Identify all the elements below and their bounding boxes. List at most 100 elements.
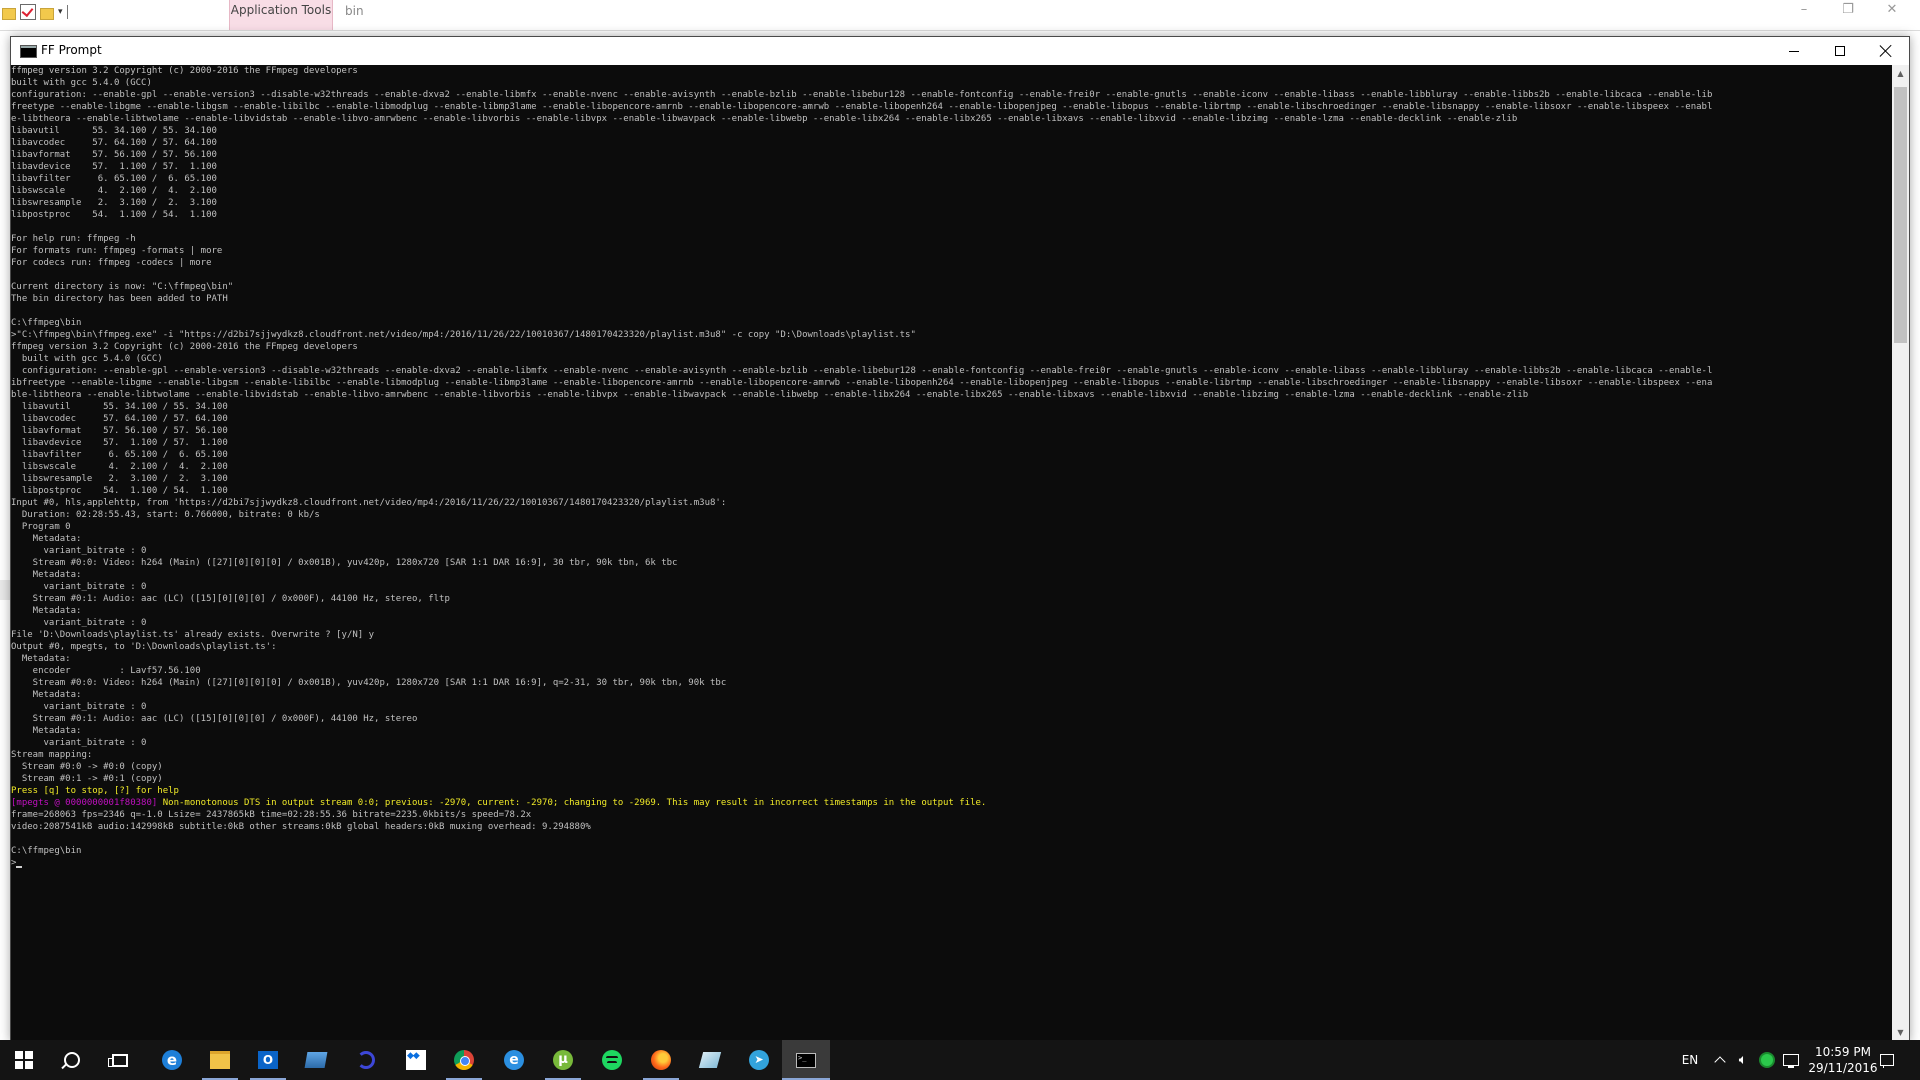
taskbar-app-swirl[interactable]	[342, 1040, 390, 1080]
console-line: Current directory is now: "C:\ffmpeg\bin…	[11, 282, 234, 292]
console-line: Metadata:	[11, 534, 82, 544]
console-line: variant_bitrate : 0	[11, 582, 147, 592]
console-line: variant_bitrate : 0	[11, 702, 147, 712]
notification-icon	[1880, 1054, 1894, 1068]
blue-app-icon	[304, 1052, 328, 1068]
maximize-button[interactable]	[1817, 37, 1863, 65]
console-line: libavdevice 57. 1.100 / 57. 1.100	[11, 162, 217, 172]
explorer-minimize-icon[interactable]: –	[1782, 0, 1826, 22]
console-line: libswresample 2. 3.100 / 2. 3.100	[11, 474, 228, 484]
console-line: For help run: ffmpeg -h	[11, 234, 136, 244]
console-line: Metadata:	[11, 726, 82, 736]
console-app-icon[interactable]	[20, 45, 37, 58]
taskbar-outlook[interactable]: O	[244, 1040, 292, 1080]
console-line: Stream #0:0: Video: h264 (Main) ([27][0]…	[11, 678, 727, 688]
action-center-button[interactable]	[1870, 1040, 1904, 1080]
minimize-button[interactable]	[1771, 37, 1817, 65]
window-titlebar[interactable]: FF Prompt	[11, 37, 1909, 65]
taskbar-app-blue[interactable]	[292, 1040, 340, 1080]
console-line: Program 0	[11, 522, 71, 532]
task-view-button[interactable]	[96, 1040, 144, 1080]
console-line: libavfilter 6. 65.100 / 6. 65.100	[11, 174, 217, 184]
firefox-icon	[651, 1050, 671, 1070]
folder-icon[interactable]	[2, 7, 16, 20]
properties-check-icon[interactable]	[20, 4, 36, 20]
console-line: libpostproc 54. 1.100 / 54. 1.100	[11, 210, 217, 220]
quick-access-toolbar: ▾	[2, 4, 68, 20]
clock[interactable]: 10:59 PM 29/11/2016	[1806, 1040, 1880, 1080]
scrollbar-thumb[interactable]	[1894, 87, 1907, 343]
scroll-up-icon[interactable]: ▲	[1892, 65, 1909, 82]
taskbar-internet-explorer[interactable]: e	[490, 1040, 538, 1080]
taskbar-dropbox[interactable]	[392, 1040, 440, 1080]
console-line: Metadata:	[11, 606, 82, 616]
console-line: libswscale 4. 2.100 / 4. 2.100	[11, 186, 217, 196]
console-warning-line: [mpegts @ 0000000001f80380] Non-monotono…	[11, 797, 1892, 809]
console-line: libavutil 55. 34.100 / 55. 34.100	[11, 126, 217, 136]
console-line: libavcodec 57. 64.100 / 57. 64.100	[11, 138, 217, 148]
taskbar-ff-prompt[interactable]	[782, 1040, 830, 1080]
console-prompt-line[interactable]: >	[11, 857, 1892, 869]
console-line: built with gcc 5.4.0 (GCC)	[11, 354, 163, 364]
search-button[interactable]	[48, 1040, 96, 1080]
light-app-icon	[698, 1052, 722, 1068]
console-line: libavdevice 57. 1.100 / 57. 1.100	[11, 438, 228, 448]
console-line: Stream #0:0: Video: h264 (Main) ([27][0]…	[11, 558, 678, 568]
application-tools-tab[interactable]: Application Tools	[229, 0, 333, 30]
language-label: EN	[1681, 1053, 1699, 1067]
console-line: Press [q] to stop, [?] for help	[11, 786, 179, 796]
new-folder-icon[interactable]	[40, 7, 54, 20]
taskbar-app-light[interactable]	[686, 1040, 734, 1080]
console-line: libavcodec 57. 64.100 / 57. 64.100	[11, 414, 228, 424]
close-button[interactable]	[1863, 37, 1909, 65]
console-line: libpostproc 54. 1.100 / 54. 1.100	[11, 486, 228, 496]
explorer-restore-icon[interactable]: ❐	[1826, 0, 1870, 22]
taskbar-file-explorer[interactable]	[196, 1040, 244, 1080]
chevron-up-icon	[1714, 1056, 1726, 1068]
clock-display: 10:59 PM 29/11/2016	[1808, 1044, 1877, 1076]
close-icon	[1880, 45, 1892, 57]
minimize-icon	[1789, 50, 1799, 52]
taskbar: e O e µ ➤ EN 🔈︎	[0, 1040, 1920, 1080]
console-line: libavfilter 6. 65.100 / 6. 65.100	[11, 450, 228, 460]
console-line: C:\ffmpeg\bin	[11, 318, 82, 328]
console-line: Stream #0:1: Audio: aac (LC) ([15][0][0]…	[11, 594, 450, 604]
console-line: configuration: --enable-gpl --enable-ver…	[11, 90, 1713, 100]
taskbar-telegram[interactable]: ➤	[735, 1040, 783, 1080]
console-line: File 'D:\Downloads\playlist.ts' already …	[11, 630, 375, 640]
console-output[interactable]: ffmpeg version 3.2 Copyright (c) 2000-20…	[11, 65, 1892, 1041]
scroll-down-icon[interactable]: ▼	[1892, 1024, 1909, 1041]
taskbar-firefox[interactable]	[637, 1040, 685, 1080]
console-line: For formats run: ffmpeg -formats | more	[11, 246, 223, 256]
volume-button[interactable]: 🔈︎	[1732, 1040, 1754, 1080]
tray-app-button[interactable]	[1756, 1040, 1778, 1080]
customize-dropdown-icon[interactable]: ▾	[58, 7, 63, 17]
console-line: Input #0, hls,applehttp, from 'https://d…	[11, 498, 727, 508]
file-explorer-ribbon: ▾ Application Tools bin – ❐ ✕	[0, 0, 1920, 31]
taskbar-spotify[interactable]	[588, 1040, 636, 1080]
network-button[interactable]	[1780, 1040, 1802, 1080]
green-status-icon	[1761, 1054, 1773, 1066]
console-line: ffmpeg version 3.2 Copyright (c) 2000-20…	[11, 66, 358, 76]
window-title: FF Prompt	[41, 43, 102, 57]
maximize-icon	[1835, 46, 1845, 56]
console-line: libavutil 55. 34.100 / 55. 34.100	[11, 402, 228, 412]
vertical-scrollbar[interactable]: ▲ ▼	[1892, 65, 1909, 1041]
warning-message: Non-monotonous DTS in output stream 0:0;…	[157, 798, 987, 808]
console-line: variant_bitrate : 0	[11, 618, 147, 628]
console-line: Output #0, mpegts, to 'D:\Downloads\play…	[11, 642, 277, 652]
console-line: Metadata:	[11, 570, 82, 580]
speaker-icon: 🔈︎	[1738, 1052, 1748, 1068]
console-line: >"C:\ffmpeg\bin\ffmpeg.exe" -i "https://…	[11, 330, 916, 340]
network-icon	[1783, 1054, 1799, 1068]
taskbar-edge[interactable]: e	[148, 1040, 196, 1080]
language-indicator[interactable]: EN	[1676, 1040, 1704, 1080]
show-hidden-icons-button[interactable]	[1710, 1040, 1730, 1080]
taskbar-chrome[interactable]	[440, 1040, 488, 1080]
explorer-close-icon[interactable]: ✕	[1870, 0, 1914, 22]
start-button[interactable]	[0, 1040, 48, 1080]
console-line: The bin directory has been added to PATH	[11, 294, 228, 304]
taskbar-utorrent[interactable]: µ	[539, 1040, 587, 1080]
